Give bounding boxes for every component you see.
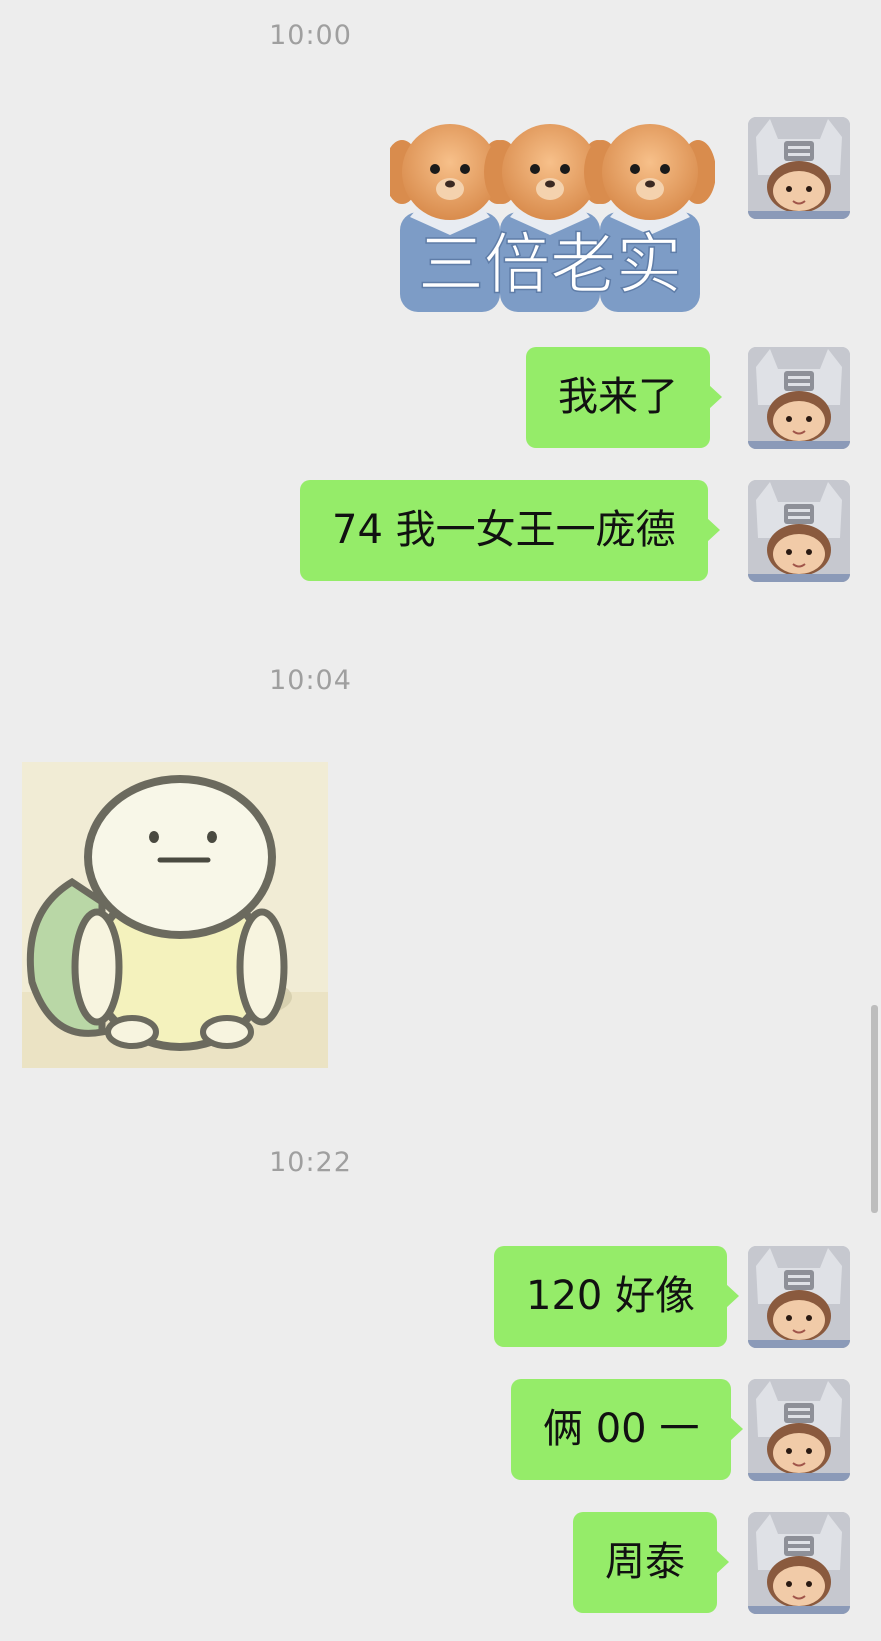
avatar[interactable] (748, 347, 850, 449)
avatar-doll-icon (748, 1379, 850, 1481)
turtle-image (22, 762, 328, 1068)
message-bubble[interactable]: 俩 00 一 (511, 1379, 744, 1480)
avatar[interactable] (748, 1246, 850, 1348)
avatar-doll-icon (748, 117, 850, 219)
chat-window: 10:00 三倍老实 我来了 74 我一女王一庞德 10:04 10:22 12… (0, 0, 881, 1641)
avatar[interactable] (748, 1512, 850, 1614)
avatar[interactable] (748, 117, 850, 219)
avatar-doll-icon (748, 1512, 850, 1614)
avatar[interactable] (748, 480, 850, 582)
puppies-sticker[interactable]: 三倍老实 (384, 117, 716, 317)
sticker-caption: 三倍老实 (418, 226, 682, 303)
timestamp: 10:04 (269, 665, 352, 696)
scrollbar[interactable] (871, 1005, 878, 1213)
turtle-sticker[interactable] (22, 762, 328, 1068)
message-bubble[interactable]: 我来了 (526, 347, 722, 448)
timestamp: 10:00 (269, 20, 352, 51)
avatar-doll-icon (748, 480, 850, 582)
message-bubble[interactable]: 74 我一女王一庞德 (300, 480, 720, 581)
avatar[interactable] (748, 1379, 850, 1481)
avatar-doll-icon (748, 347, 850, 449)
avatar-doll-icon (748, 1246, 850, 1348)
timestamp: 10:22 (269, 1147, 352, 1178)
message-bubble[interactable]: 120 好像 (494, 1246, 740, 1347)
message-bubble[interactable]: 周泰 (573, 1512, 729, 1613)
puppies-image: 三倍老实 (384, 124, 716, 312)
